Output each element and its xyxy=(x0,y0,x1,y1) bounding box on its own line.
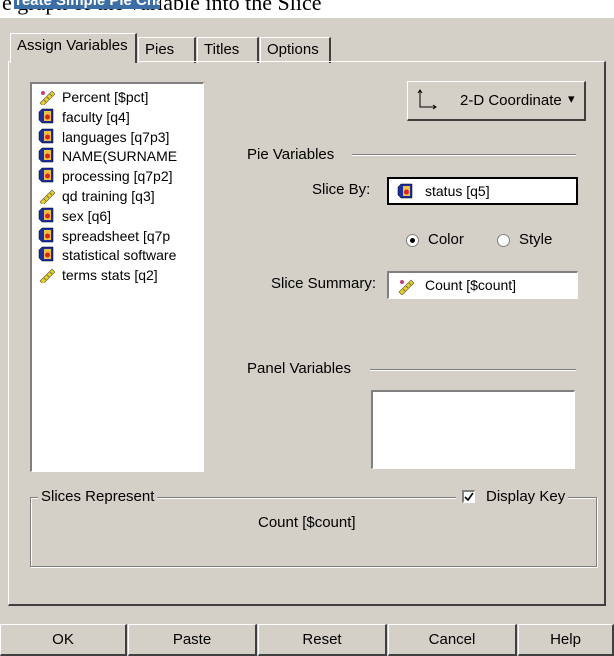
coordinate-label: 2-D Coordinate xyxy=(460,92,562,109)
style-radio[interactable] xyxy=(497,234,510,247)
variable-label: qd training [q3] xyxy=(62,188,155,204)
display-key-checkbox[interactable] xyxy=(462,490,475,503)
nominal-icon xyxy=(38,207,54,223)
scale-icon xyxy=(398,279,415,295)
title-bar: e graph of the variable into the Slice r… xyxy=(0,0,614,18)
style-radio-label: Style xyxy=(519,231,553,248)
checkmark-icon xyxy=(464,492,474,502)
scale-icon xyxy=(39,189,55,204)
nominal-icon xyxy=(38,247,54,262)
panel-variables-heading: Panel Variables xyxy=(247,360,351,377)
tab-pies[interactable]: Pies xyxy=(138,37,196,63)
nominal-icon xyxy=(38,108,54,124)
tab-assign-variables[interactable]: Assign Variables xyxy=(10,33,137,63)
chevron-down-icon: ▾ xyxy=(568,91,575,106)
variable-list[interactable]: Percent [$pct] faculty [q4] languages [q7p… xyxy=(30,82,204,472)
tab-titles[interactable]: Titles xyxy=(197,37,259,63)
slices-represent-value: Count [$count] xyxy=(258,514,356,531)
variable-label: faculty [q4] xyxy=(62,108,130,125)
nominal-icon xyxy=(38,148,54,163)
scale-icon xyxy=(39,90,55,105)
variable-label: terms stats [q2] xyxy=(62,267,158,284)
reset-button[interactable]: Reset xyxy=(258,624,387,656)
nominal-icon xyxy=(38,128,54,143)
variable-label: processing [q7p2] xyxy=(62,168,173,185)
panel-variables-field[interactable] xyxy=(371,390,575,469)
variable-label: languages [q7p3] xyxy=(62,128,170,145)
display-key-label: Display Key xyxy=(486,488,566,505)
cancel-button[interactable]: Cancel xyxy=(388,624,517,656)
variable-label: spreadsheet [q7p xyxy=(62,227,171,244)
help-button[interactable]: Help xyxy=(518,624,614,656)
divider xyxy=(370,369,576,371)
color-radio[interactable] xyxy=(406,234,419,247)
nominal-icon xyxy=(397,183,413,199)
coordinate-dropdown[interactable]: 2-D Coordinate ▾ xyxy=(407,81,586,121)
slice-by-label: Slice By: xyxy=(312,181,371,198)
ok-button[interactable]: OK xyxy=(0,624,127,656)
paste-button[interactable]: Paste xyxy=(128,624,257,656)
nominal-icon xyxy=(38,167,54,183)
divider xyxy=(352,154,576,156)
nominal-icon xyxy=(38,227,54,242)
window-title: reate Simple Pie Chart xyxy=(14,0,160,9)
tab-options[interactable]: Options xyxy=(260,37,331,63)
scale-icon xyxy=(39,268,55,284)
slice-by-field[interactable]: status [q5] xyxy=(387,177,578,205)
variable-label: statistical software xyxy=(62,247,177,264)
variable-label: NAME(SURNAME xyxy=(62,148,178,165)
slice-summary-value: Count [$count] xyxy=(425,277,517,293)
slice-by-value: status [q5] xyxy=(425,183,490,199)
color-radio-label: Color xyxy=(428,231,464,248)
slice-summary-field[interactable]: Count [$count] xyxy=(387,271,578,299)
slices-represent-heading: Slices Represent xyxy=(38,488,158,505)
variable-label: Percent [$pct] xyxy=(62,89,149,105)
coordinate-axes-icon xyxy=(417,89,437,110)
pie-variables-heading: Pie Variables xyxy=(247,146,335,163)
variable-label: sex [q6] xyxy=(62,207,112,224)
slice-summary-label: Slice Summary: xyxy=(271,275,377,292)
